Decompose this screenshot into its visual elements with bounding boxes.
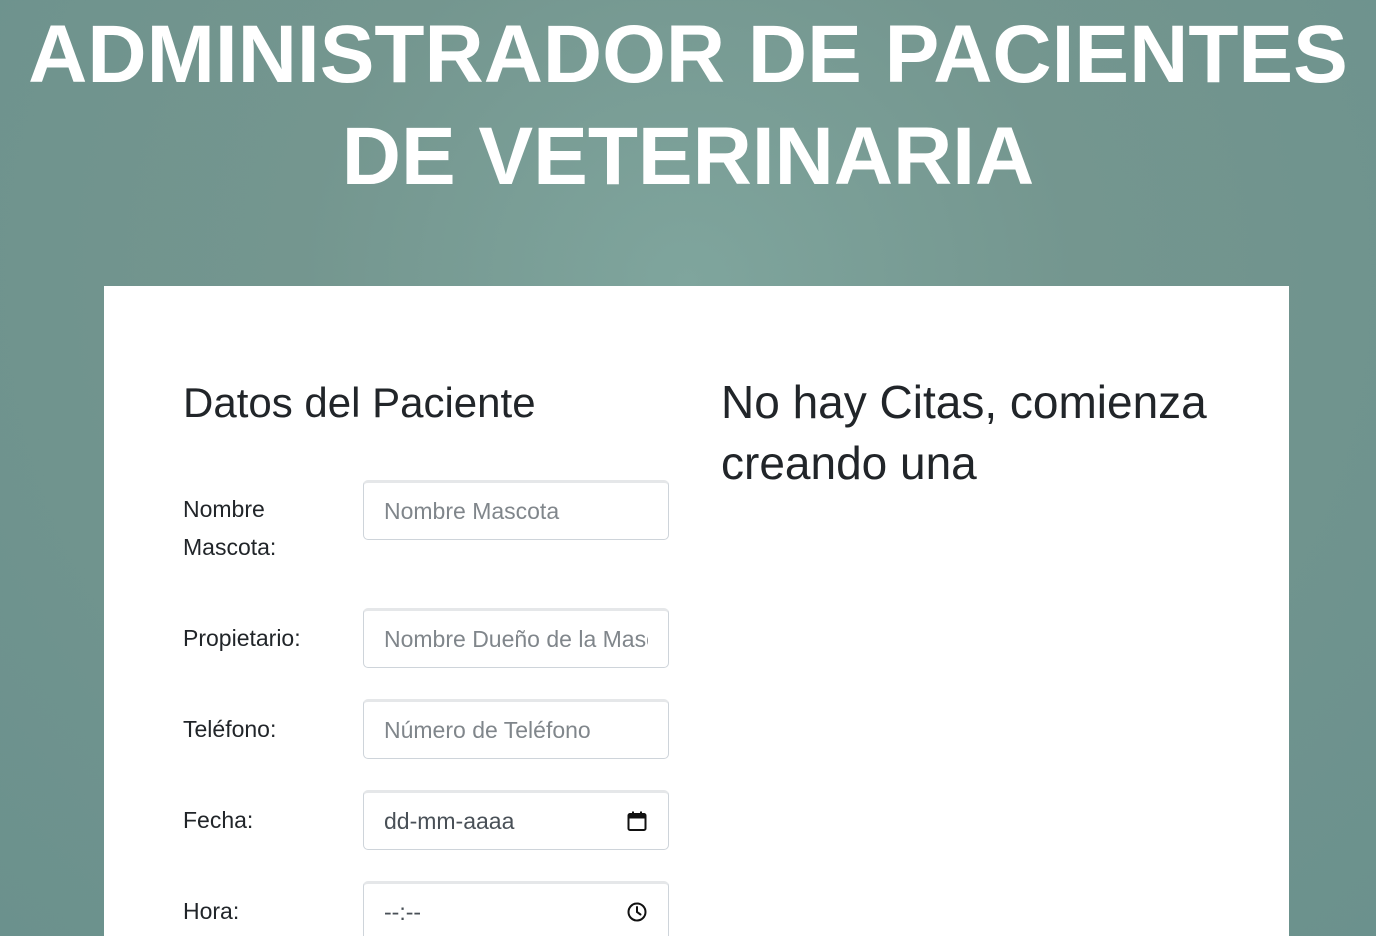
pet-name-label-line2: Mascota: xyxy=(183,534,277,560)
time-value: --:-- xyxy=(384,898,422,925)
form-title: Datos del Paciente xyxy=(183,379,536,426)
date-value: dd-mm-aaaa xyxy=(384,807,515,834)
empty-appointments-message: No hay Citas, comienza creando una xyxy=(721,376,1207,489)
pet-name-label: Nombre Mascota: xyxy=(183,490,333,566)
time-label: Hora: xyxy=(183,898,240,924)
clock-icon[interactable] xyxy=(626,901,648,923)
pet-name-input[interactable] xyxy=(363,480,669,540)
date-input[interactable]: dd-mm-aaaa xyxy=(363,790,669,850)
pet-name-label-line1: Nombre xyxy=(183,496,265,522)
owner-label: Propietario: xyxy=(183,625,301,651)
phone-input[interactable] xyxy=(363,699,669,759)
phone-label: Teléfono: xyxy=(183,716,277,742)
time-input[interactable]: --:-- xyxy=(363,881,669,936)
date-label: Fecha: xyxy=(183,807,254,833)
owner-input[interactable] xyxy=(363,608,669,668)
page-title-line1: ADMINISTRADOR DE PACIENTES xyxy=(28,9,1348,100)
calendar-icon[interactable] xyxy=(626,810,648,832)
page-title-line2: DE VETERINARIA xyxy=(341,111,1035,202)
page-title: ADMINISTRADOR DE PACIENTES DE VETERINARI… xyxy=(0,4,1376,208)
